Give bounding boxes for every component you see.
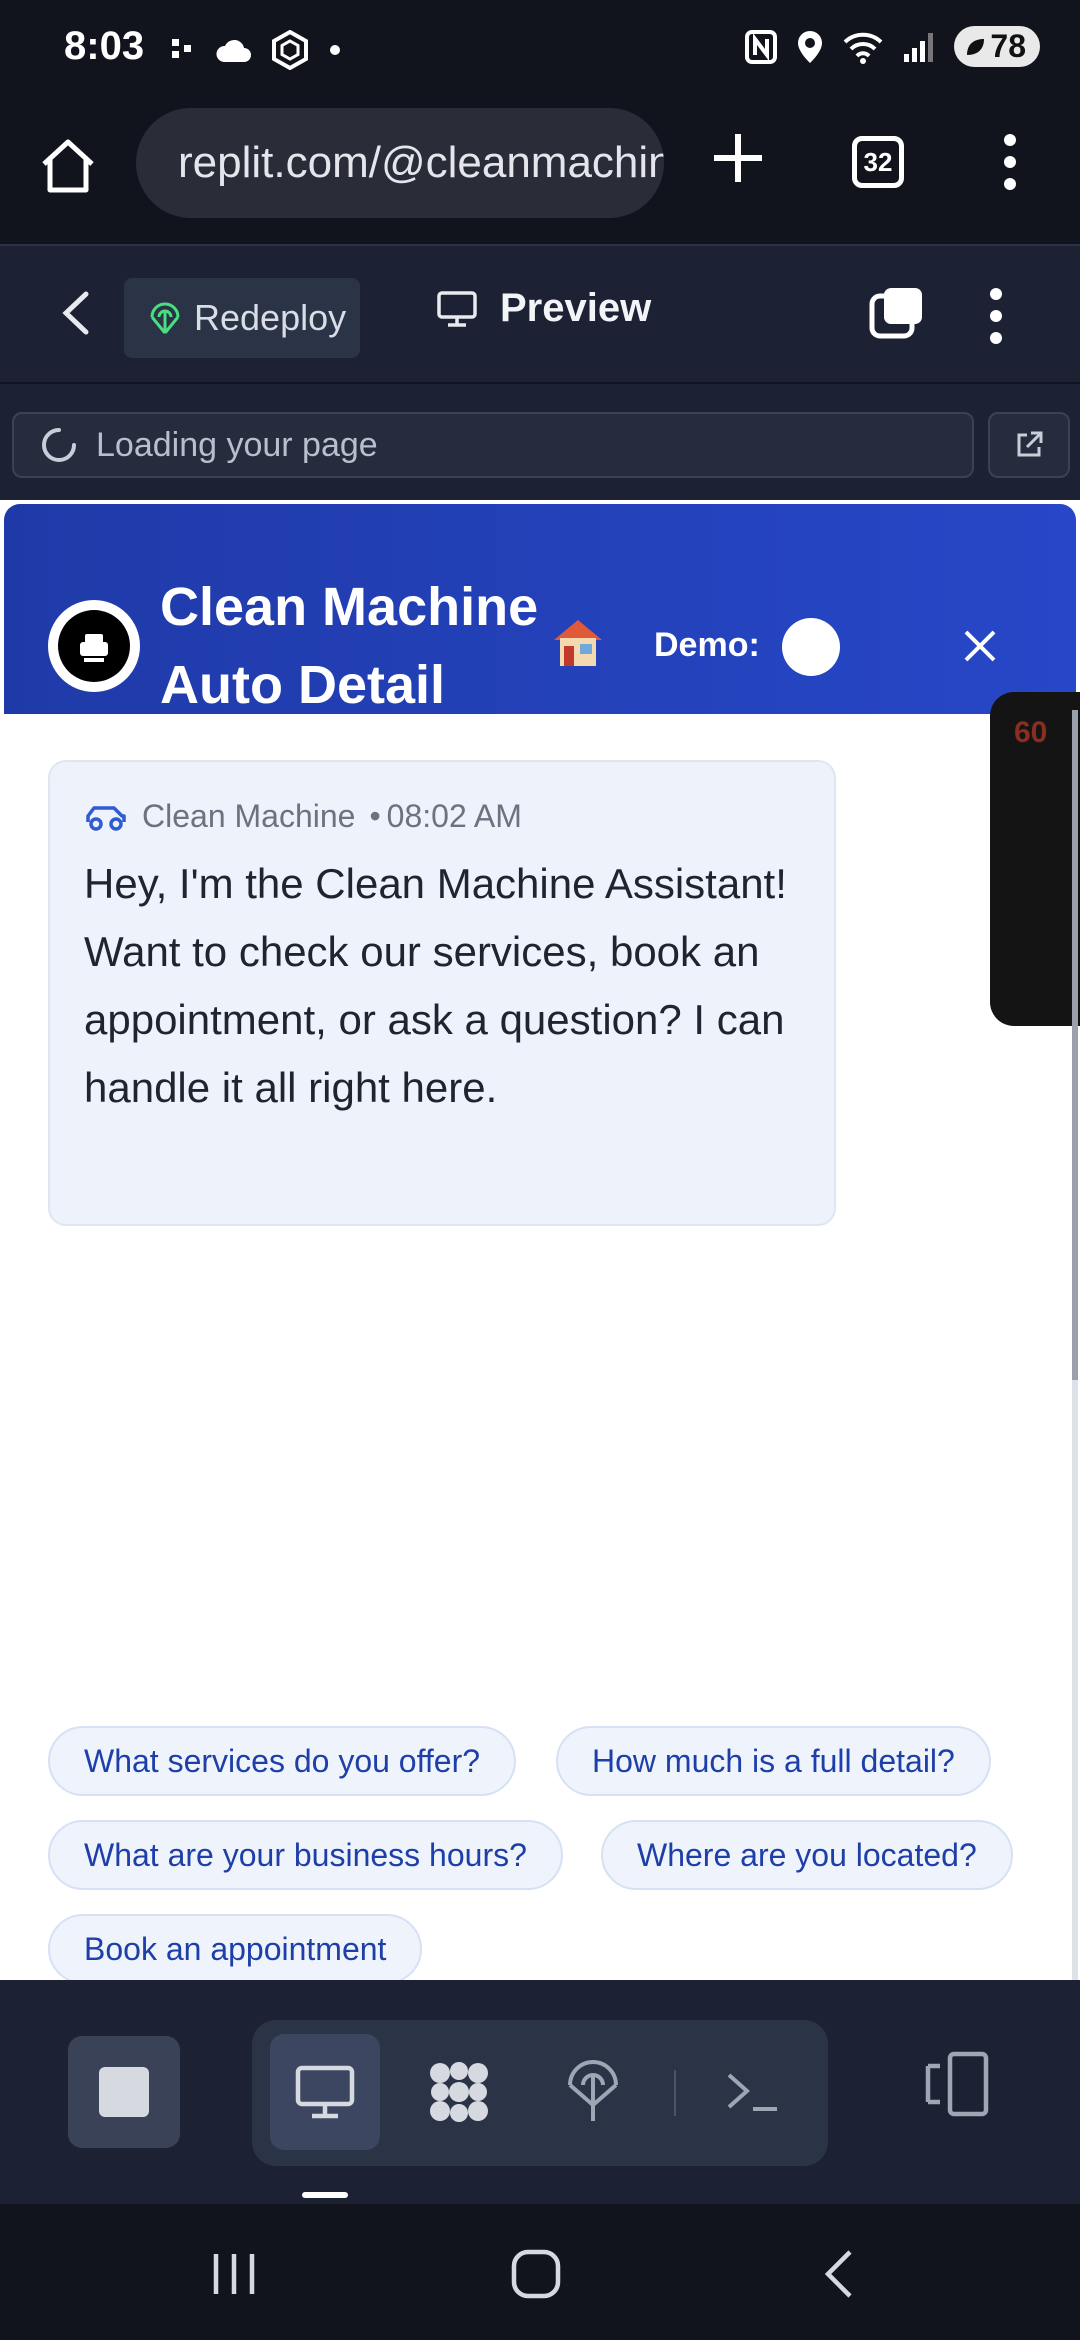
cloud-icon (216, 39, 251, 62)
browser-menu-icon[interactable] (990, 130, 1030, 194)
tab-preview[interactable]: Preview (436, 286, 651, 331)
loading-text: Loading your page (96, 425, 378, 464)
suggestion-chip[interactable]: Book an appointment (48, 1914, 423, 1980)
deploy-icon (150, 302, 180, 334)
tab-count: 32 (863, 146, 893, 177)
redeploy-label: Redeploy (194, 297, 347, 338)
dot-icon (330, 45, 340, 55)
home-nav-icon[interactable] (506, 2244, 566, 2304)
loading-spinner-icon (42, 428, 76, 462)
external-link-icon (1017, 431, 1043, 457)
car-icon (86, 805, 126, 831)
open-external-button[interactable] (988, 412, 1070, 478)
new-tab-icon[interactable] (708, 128, 768, 188)
status-time: 8:03 (64, 24, 145, 68)
battery-level: 78 (990, 28, 1026, 64)
message-sender: Clean Machine (142, 798, 356, 834)
agent-icon (430, 2062, 488, 2122)
nfc-icon (745, 29, 778, 64)
tailscale-icon (172, 39, 191, 58)
active-tab-indicator (302, 2192, 348, 2198)
status-bar: 8:03 78 (0, 0, 1080, 100)
back-chevron-icon[interactable] (56, 288, 96, 338)
tool-group (252, 2020, 828, 2166)
location-icon (798, 30, 823, 63)
brand-logo (48, 600, 140, 692)
message-meta: Clean Machine • 08:02 AM (84, 798, 522, 835)
status-right-icons: 78 (744, 26, 1040, 67)
webview-address-row: Loading your page (0, 384, 1080, 500)
tab-switcher-button[interactable]: 32 (852, 136, 904, 188)
stop-button[interactable] (68, 2036, 180, 2148)
address-bar[interactable]: replit.com/@cleanmachine (136, 108, 664, 218)
tool-agent[interactable] (404, 2034, 514, 2150)
stop-icon (99, 2067, 149, 2117)
brand-title-line2: Auto Detail (160, 655, 446, 715)
thumbnail-label: 60 (1014, 716, 1048, 749)
preview-label: Preview (500, 286, 652, 330)
monitor-icon (295, 2065, 355, 2119)
message-text: Hey, I'm the Clean Machine Assistant! Wa… (84, 860, 787, 1111)
chat-header: Clean Machine Auto Detail Demo: (4, 504, 1076, 715)
brand-title-line1: Clean Machine (160, 577, 539, 637)
brand-title: Clean Machine Auto Detail (160, 568, 560, 724)
back-nav-icon[interactable] (810, 2244, 870, 2304)
assistant-message: Clean Machine • 08:02 AM Hey, I'm the Cl… (48, 760, 836, 1226)
recents-icon[interactable] (204, 2244, 264, 2304)
url-text[interactable]: replit.com/@cleanmachine (178, 138, 664, 188)
car-logo-icon (80, 634, 108, 662)
device-toggle-icon[interactable] (920, 2048, 992, 2120)
android-nav-bar (0, 2204, 1080, 2340)
tabs-layers-icon[interactable] (868, 284, 926, 342)
monitor-icon (437, 290, 477, 327)
scrollbar-thumb[interactable] (1072, 710, 1078, 1380)
floating-video-thumbnail[interactable]: 60 (990, 692, 1080, 1026)
message-time: 08:02 AM (386, 798, 522, 834)
replit-header: Redeploy Preview (0, 244, 1080, 382)
tool-shell[interactable] (698, 2034, 808, 2150)
deploy-icon (568, 2060, 618, 2121)
close-icon[interactable] (960, 626, 1000, 666)
replit-bottom-toolbar (0, 1980, 1080, 2204)
preview-page: Clean Machine Auto Detail Demo: 60 Clean… (0, 500, 1080, 1980)
suggestion-chip[interactable]: What services do you offer? (48, 1726, 517, 1796)
status-left-icons (170, 30, 342, 70)
tool-deployments[interactable] (538, 2034, 648, 2150)
signal-icon (904, 32, 934, 62)
webview-url-field[interactable]: Loading your page (12, 412, 974, 478)
tool-separator (674, 2070, 676, 2116)
suggestion-chip[interactable]: How much is a full detail? (556, 1726, 991, 1796)
tool-preview[interactable] (270, 2034, 380, 2150)
battery-indicator: 78 (954, 26, 1040, 67)
wifi-icon (844, 32, 883, 64)
demo-toggle[interactable] (782, 618, 840, 676)
logo-mark (58, 610, 130, 682)
replit-menu-icon[interactable] (976, 284, 1016, 348)
message-separator: • (369, 798, 381, 834)
suggestion-chip[interactable]: What are your business hours? (48, 1820, 563, 1890)
redeploy-button[interactable]: Redeploy (124, 278, 360, 358)
home-icon[interactable] (36, 134, 100, 198)
browser-toolbar: replit.com/@cleanmachine 32 (0, 100, 1080, 242)
app-icon (272, 30, 308, 70)
house-icon[interactable] (550, 614, 606, 670)
demo-label: Demo: (654, 626, 760, 664)
suggestion-chip[interactable]: Where are you located? (601, 1820, 1013, 1890)
leaf-icon (967, 38, 985, 55)
terminal-icon (727, 2073, 777, 2111)
